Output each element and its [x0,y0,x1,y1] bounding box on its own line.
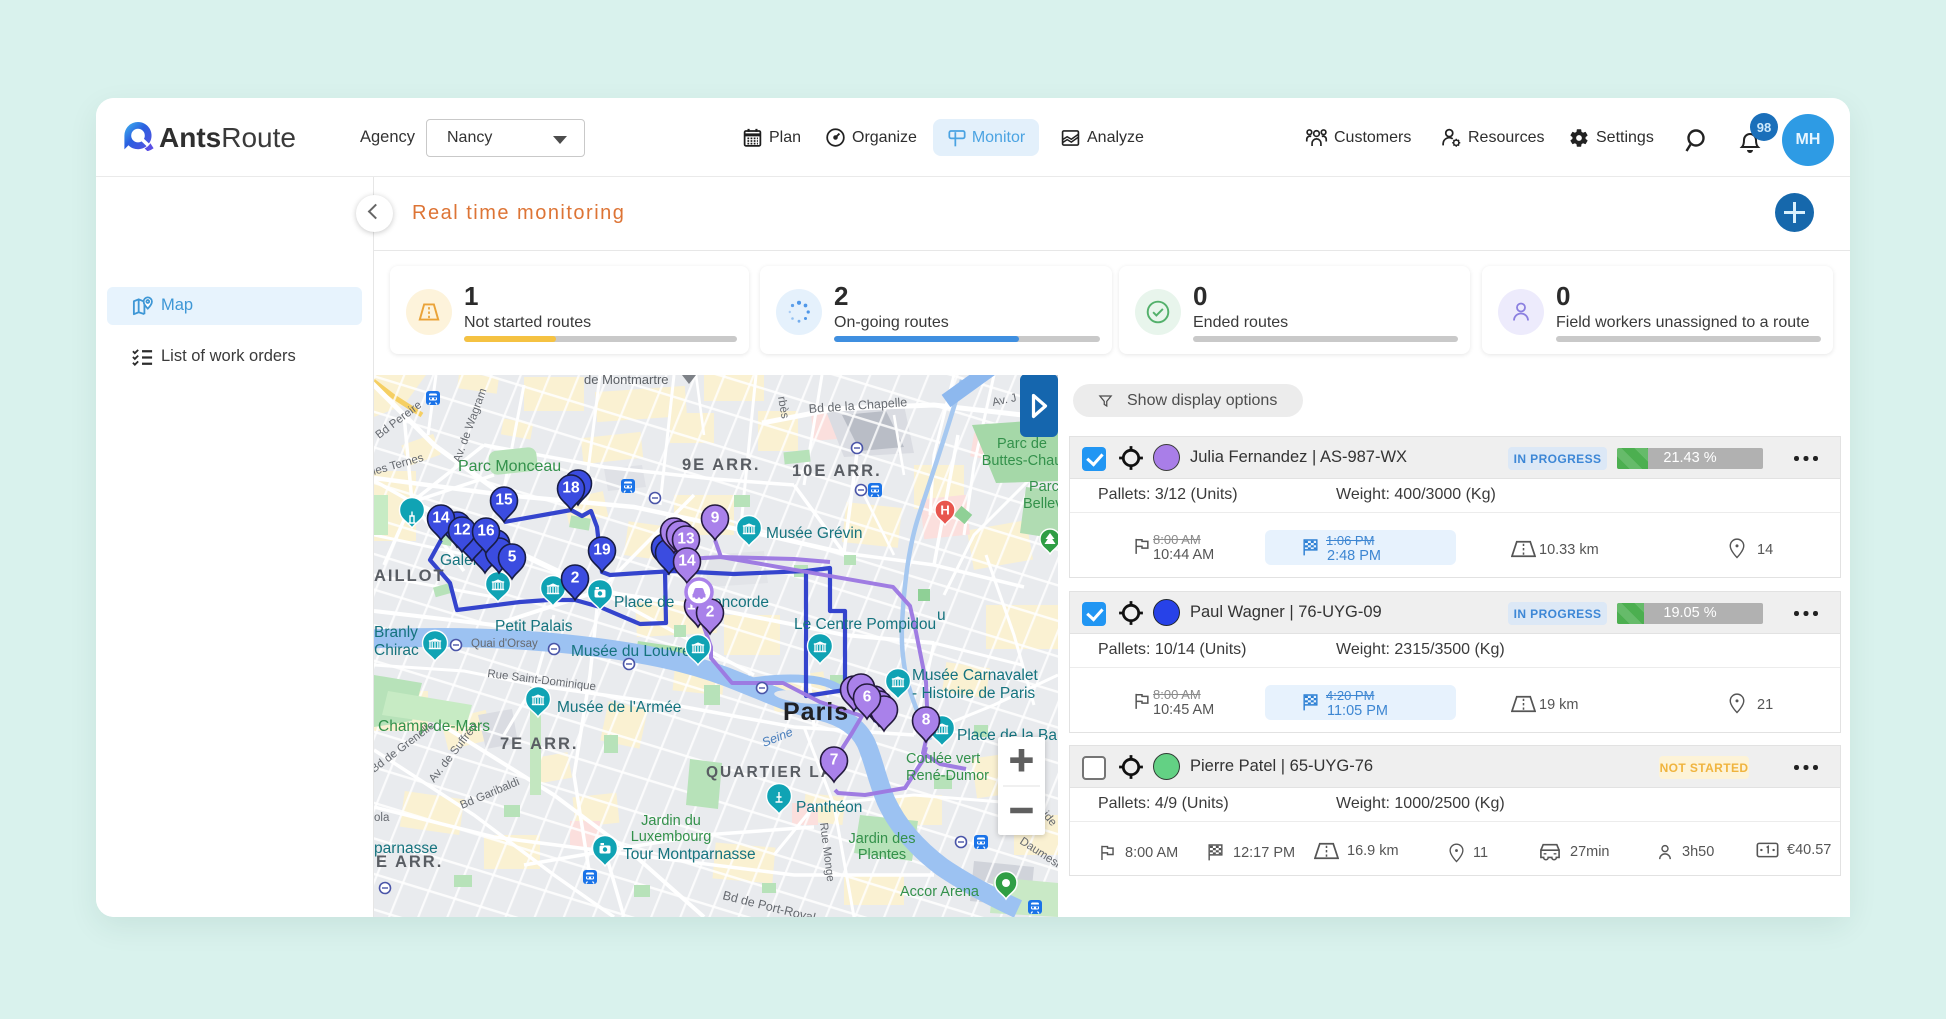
svg-text:6: 6 [863,689,872,706]
svg-text:19: 19 [593,542,611,559]
svg-text:Champ-de-Mars: Champ-de-Mars [378,718,490,735]
svg-text:Musée du Louvre: Musée du Louvre [571,643,691,660]
svg-text:5: 5 [508,549,517,566]
svg-text:Quai d'Orsay: Quai d'Orsay [471,638,538,650]
svg-text:Le Centre Pompidou: Le Centre Pompidou [794,616,936,633]
svg-text:Buttes-Chau: Buttes-Chau [982,453,1058,469]
svg-text:Bellev: Bellev [1023,496,1058,512]
svg-text:Musée de l'Armée: Musée de l'Armée [557,699,681,716]
svg-text:16: 16 [477,523,495,540]
svg-text:14: 14 [678,553,696,570]
svg-text:Parc: Parc [1029,479,1058,495]
svg-text:Coulée vert: Coulée vert [906,751,980,767]
svg-text:Luxembourg: Luxembourg [631,829,712,845]
svg-text:15: 15 [495,492,513,509]
svg-text:parnasse: parnasse [374,840,438,857]
svg-text:- Histoire de Paris: - Histoire de Paris [912,685,1035,702]
svg-text:10E ARR.: 10E ARR. [792,462,882,480]
svg-text:H: H [940,503,949,518]
svg-text:7E ARR.: 7E ARR. [500,735,579,753]
svg-text:u: u [937,607,946,624]
svg-text:9E ARR.: 9E ARR. [682,456,761,474]
svg-text:Branly: Branly [374,624,418,641]
svg-text:Musée Carnavalet: Musée Carnavalet [912,667,1038,684]
svg-text:Panthéon: Panthéon [796,799,862,816]
svg-text:Petit Palais: Petit Palais [495,618,573,635]
svg-text:Paris: Paris [783,698,849,726]
svg-text:7: 7 [830,752,839,769]
svg-text:18: 18 [562,480,580,497]
svg-text:Jardin du: Jardin du [641,813,701,829]
svg-text:Parc de: Parc de [997,436,1047,452]
svg-text:Tour Montparnasse: Tour Montparnasse [623,846,756,863]
svg-text:Parc Monceau: Parc Monceau [458,458,561,475]
svg-text:Chirac: Chirac [374,642,419,659]
svg-text:12: 12 [453,522,470,539]
svg-text:9: 9 [711,510,720,527]
svg-text:2: 2 [706,604,715,621]
svg-text:de Montmartre: de Montmartre [584,375,669,387]
svg-text:8: 8 [922,712,931,729]
svg-text:Jardin des: Jardin des [849,831,916,847]
svg-text:Place de: Place de [614,594,674,611]
svg-text:Plantes: Plantes [858,847,906,863]
svg-text:AILLOT: AILLOT [374,567,446,585]
svg-text:Accor Arena: Accor Arena [900,884,980,900]
svg-text:2: 2 [571,570,580,587]
svg-text:14: 14 [432,510,450,527]
svg-text:Musée Grévin: Musée Grévin [766,525,862,542]
svg-text:René-Dumor: René-Dumor [906,768,989,784]
svg-text:ola: ola [374,812,390,824]
svg-text:13: 13 [677,531,695,548]
